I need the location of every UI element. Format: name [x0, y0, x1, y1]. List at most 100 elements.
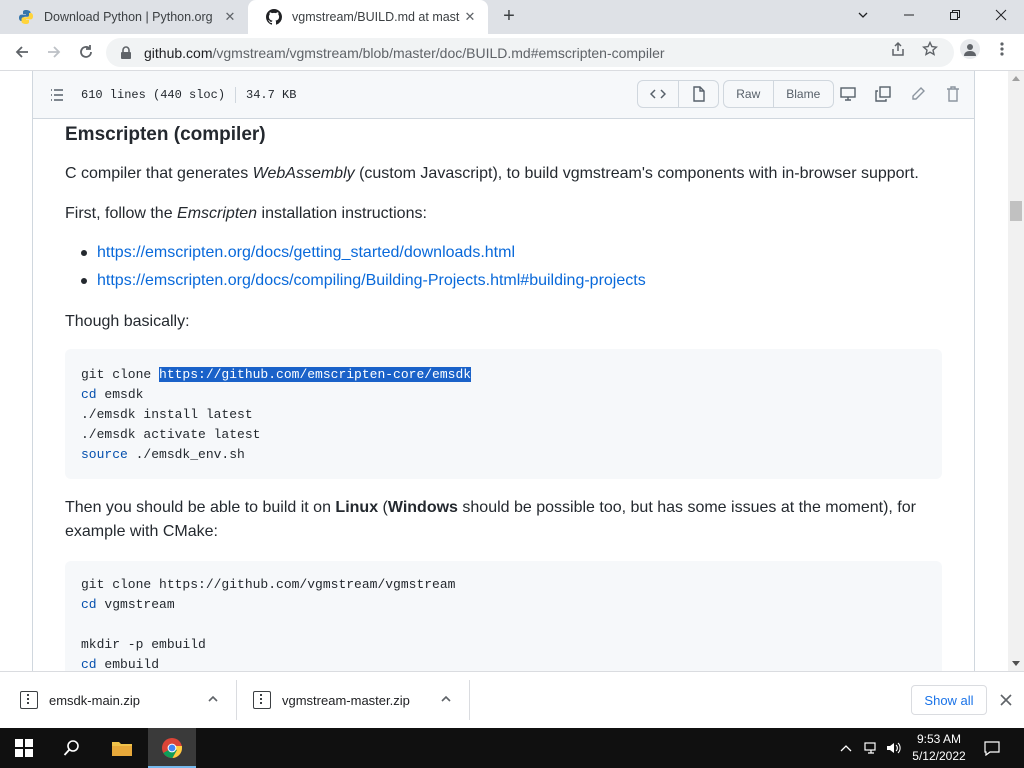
scroll-up-arrow-icon[interactable] [1012, 76, 1020, 81]
code-view-icon[interactable] [638, 81, 678, 107]
text-run-italic: Emscripten [177, 205, 258, 222]
web-page: 610 lines (440 sloc) 34.7 KB Raw Blame E… [0, 71, 1008, 671]
blame-button[interactable]: Blame [772, 81, 833, 107]
lock-icon[interactable] [120, 45, 136, 60]
tab-strip: Download Python | Python.org ✕ vgmstream… [0, 0, 1024, 34]
raw-blame-group: Raw Blame [723, 80, 834, 108]
chevron-up-icon[interactable] [206, 692, 220, 706]
show-all-button[interactable]: Show all [911, 685, 987, 715]
page-scrollbar[interactable] [1008, 71, 1024, 671]
text-run-italic: WebAssembly [252, 165, 355, 182]
address-bar[interactable]: github.com/vgmstream/vgmstream/blob/mast… [106, 38, 954, 67]
preview-file-icon[interactable] [678, 81, 718, 107]
code-line: cd emsdk [81, 385, 926, 405]
code-keyword: cd [81, 387, 97, 402]
download-shelf: emsdk-main.zip vgmstream-master.zip Show… [0, 671, 1024, 728]
tab-title: vgmstream/BUILD.md at master [292, 10, 460, 24]
trash-icon[interactable] [943, 84, 963, 104]
tab-python[interactable]: Download Python | Python.org ✕ [0, 0, 248, 34]
desktop-icon[interactable] [838, 84, 858, 104]
chevron-up-icon[interactable] [439, 692, 453, 706]
text-run: should be possible too, but has some iss… [457, 499, 916, 516]
close-window-icon[interactable] [978, 0, 1024, 30]
copy-icon[interactable] [873, 84, 893, 104]
scroll-thumb[interactable] [1010, 201, 1022, 221]
edit-pencil-icon[interactable] [908, 84, 928, 104]
profile-avatar-icon[interactable] [960, 39, 980, 59]
code-block-vgmstream[interactable]: git clone https://github.com/vgmstream/v… [65, 561, 942, 671]
close-shelf-icon[interactable] [998, 692, 1014, 708]
code-line: ./emsdk activate latest [81, 427, 261, 442]
minimize-icon[interactable] [886, 0, 932, 30]
url-text: github.com/vgmstream/vgmstream/blob/mast… [144, 45, 665, 61]
file-info: 610 lines (440 sloc) 34.7 KB [81, 87, 296, 103]
tab-search-icon[interactable] [840, 0, 886, 30]
tab-title: Download Python | Python.org [44, 10, 213, 24]
file-header: 610 lines (440 sloc) 34.7 KB Raw Blame [33, 71, 974, 119]
code-line: ./emsdk install latest [81, 407, 253, 422]
code-line: git clone https://github.com/vgmstream/v… [81, 577, 456, 592]
browser-toolbar: github.com/vgmstream/vgmstream/blob/mast… [0, 34, 1024, 71]
share-icon[interactable] [889, 40, 907, 58]
paragraph-basically: Though basically: [65, 313, 190, 330]
bookmark-star-icon[interactable] [921, 40, 939, 58]
chrome-icon[interactable] [148, 728, 196, 768]
divider [469, 680, 470, 720]
emscripten-building-link[interactable]: https://emscripten.org/docs/compiling/Bu… [97, 272, 646, 289]
restore-icon[interactable] [932, 0, 978, 30]
new-tab-button[interactable]: + [498, 6, 520, 28]
download-item[interactable]: emsdk-main.zip [0, 672, 236, 728]
system-clock[interactable]: 9:53 AM 5/12/2022 [905, 731, 973, 765]
clock-date: 5/12/2022 [912, 749, 966, 763]
selected-text: https://github.com/emscripten-core/emsdk [159, 367, 472, 382]
emscripten-downloads-link[interactable]: https://emscripten.org/docs/getting_star… [97, 244, 515, 261]
start-windows-icon[interactable] [0, 728, 48, 768]
code-line: git clone https://github.com/emscripten-… [81, 365, 926, 385]
notifications-icon[interactable] [980, 728, 1004, 768]
download-filename: emsdk-main.zip [49, 692, 141, 708]
raw-button[interactable]: Raw [724, 81, 773, 107]
scroll-down-arrow-icon[interactable] [1012, 661, 1020, 666]
zip-file-icon [20, 691, 38, 709]
text-run: First, follow the [65, 205, 178, 222]
forward-icon[interactable] [42, 40, 66, 64]
close-tab-icon[interactable]: ✕ [220, 7, 240, 27]
network-icon[interactable] [862, 728, 882, 768]
download-item[interactable]: vgmstream-master.zip [233, 672, 469, 728]
back-icon[interactable] [10, 40, 34, 64]
download-filename: vgmstream-master.zip [282, 692, 410, 708]
close-tab-icon[interactable]: ✕ [460, 7, 480, 27]
text-run: (custom Javascript), to build vgmstream'… [354, 165, 919, 182]
list-item: https://emscripten.org/docs/getting_star… [65, 241, 646, 269]
code-text: ./emsdk_env.sh [127, 447, 245, 462]
text-run-bold: Linux [335, 499, 379, 516]
code-block-emsdk[interactable]: git clone https://github.com/emscripten-… [65, 349, 942, 479]
line-count: 610 lines (440 sloc) [81, 88, 226, 102]
text-run: ( [378, 499, 388, 516]
code-keyword: cd [81, 657, 97, 671]
url-host: github.com [144, 44, 213, 61]
code-text: vgmstream [96, 597, 175, 612]
text-run: C compiler that generates [65, 165, 253, 182]
outline-list-icon[interactable] [49, 87, 65, 103]
code-line: mkdir -p embuild [81, 637, 206, 652]
zip-file-icon [253, 691, 271, 709]
divider [235, 87, 237, 103]
code-text: emsdk [96, 387, 144, 402]
tab-github[interactable]: vgmstream/BUILD.md at master ✕ [248, 0, 488, 34]
volume-icon[interactable] [884, 728, 904, 768]
clock-time: 9:53 AM [916, 732, 962, 746]
file-size: 34.7 KB [246, 88, 297, 102]
code-text: git clone [81, 367, 160, 382]
url-path: /vgmstream/vgmstream/blob/master/doc/BUI… [212, 44, 665, 61]
reload-icon[interactable] [74, 40, 98, 64]
file-explorer-icon[interactable] [98, 728, 146, 768]
code-line: source ./emsdk_env.sh [81, 445, 926, 465]
search-icon[interactable] [48, 728, 96, 768]
tray-chevron-up-icon[interactable] [838, 728, 854, 768]
python-icon [18, 9, 34, 25]
code-keyword: cd [81, 597, 97, 612]
menu-dots-icon[interactable] [993, 40, 1011, 58]
view-toggle-group [637, 80, 719, 108]
